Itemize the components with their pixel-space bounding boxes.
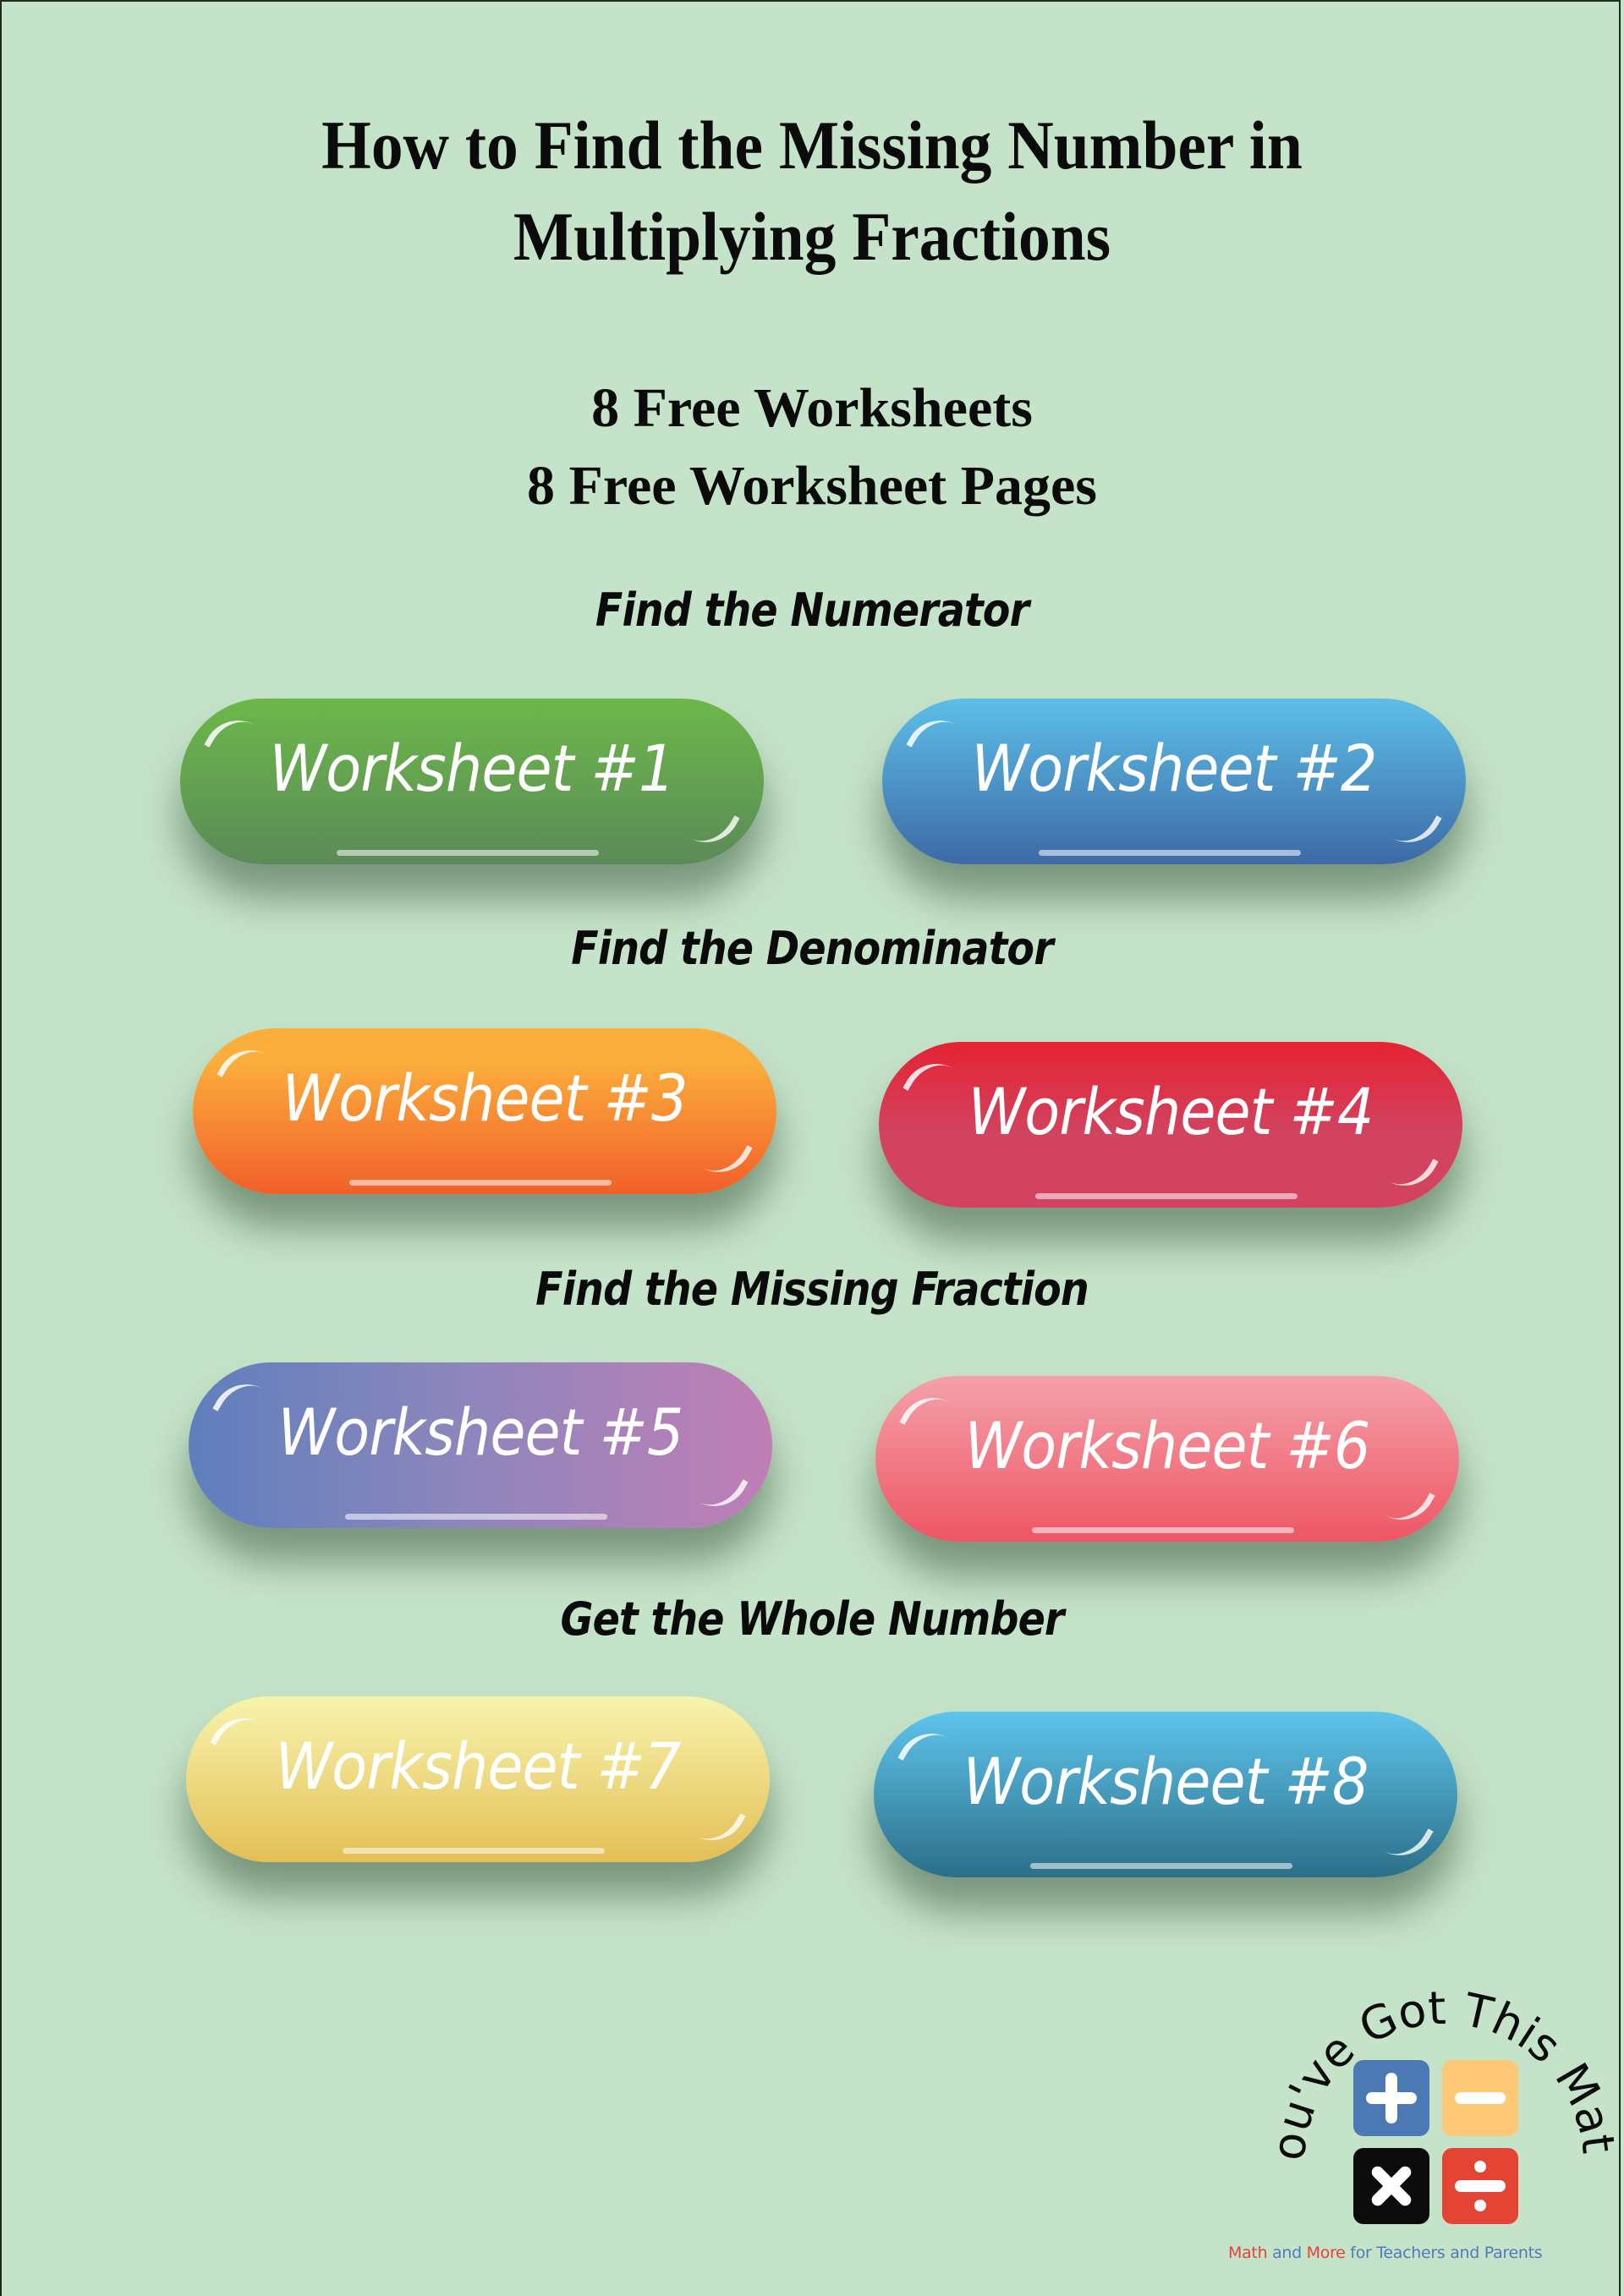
section-heading-numerator: Find the Numerator [595,584,1029,637]
minus-icon [1442,2060,1518,2136]
worksheet-8-label: Worksheet #8 [963,1744,1369,1819]
gloss-highlight [1387,1144,1439,1198]
logo-tagline: Math and More for Teachers and Parents [1228,2244,1609,2262]
tagline-rest: for Teachers and Parents [1345,2244,1543,2262]
section-heading-missing-fraction: Find the Missing Fraction [535,1263,1089,1316]
worksheet-4-label: Worksheet #4 [968,1074,1374,1149]
worksheet-3-button[interactable]: Worksheet #3 [193,1028,776,1194]
gloss-highlight [689,801,740,855]
worksheet-2-button[interactable]: Worksheet #2 [882,699,1466,864]
gloss-highlight [701,1131,753,1185]
title-line-1: How to Find the Missing Number in [321,107,1303,184]
gloss-highlight [1384,1478,1435,1532]
worksheet-1-button[interactable]: Worksheet #1 [180,699,764,864]
gloss-highlight [337,850,599,856]
gloss-highlight [345,1514,607,1520]
page-title: How to Find the Missing Number in Multip… [65,100,1559,282]
worksheet-7-label: Worksheet #7 [275,1729,682,1804]
gloss-highlight [349,1180,612,1186]
worksheet-5-button[interactable]: Worksheet #5 [189,1362,772,1528]
section-heading-denominator: Find the Denominator [571,922,1053,975]
gloss-highlight [1030,1863,1292,1869]
worksheet-5-label: Worksheet #5 [277,1395,684,1470]
subtitle: 8 Free Worksheets 8 Free Worksheet Pages [0,370,1624,525]
times-icon [1353,2148,1429,2224]
worksheet-8-button[interactable]: Worksheet #8 [874,1712,1457,1877]
gloss-highlight [1039,850,1301,856]
worksheet-6-button[interactable]: Worksheet #6 [875,1376,1459,1542]
gloss-highlight [1382,1814,1434,1868]
worksheet-7-button[interactable]: Worksheet #7 [186,1696,770,1862]
worksheet-2-label: Worksheet #2 [971,731,1378,806]
worksheet-1-label: Worksheet #1 [269,731,676,806]
divide-icon [1442,2148,1518,2224]
subtitle-line-1: 8 Free Worksheets [591,377,1033,439]
subtitle-line-2: 8 Free Worksheet Pages [527,455,1097,517]
title-line-2: Multiplying Fractions [513,198,1111,275]
tagline-and: and [1267,2244,1307,2262]
section-heading-whole-number: Get the Whole Number [560,1592,1065,1646]
logo-arc-text: You've Got This Math [1252,1945,1624,2163]
tagline-math: Math [1228,2244,1268,2262]
worksheet-4-button[interactable]: Worksheet #4 [879,1042,1462,1208]
plus-icon [1353,2060,1429,2136]
gloss-highlight [697,1465,749,1519]
gloss-highlight [343,1848,605,1854]
gloss-highlight [1035,1193,1298,1199]
worksheet-6-label: Worksheet #6 [964,1408,1371,1483]
gloss-highlight [1032,1527,1294,1533]
worksheet-3-label: Worksheet #3 [282,1060,689,1136]
tagline-more: More [1306,2244,1346,2262]
gloss-highlight [1391,801,1442,855]
gloss-highlight [694,1799,746,1853]
